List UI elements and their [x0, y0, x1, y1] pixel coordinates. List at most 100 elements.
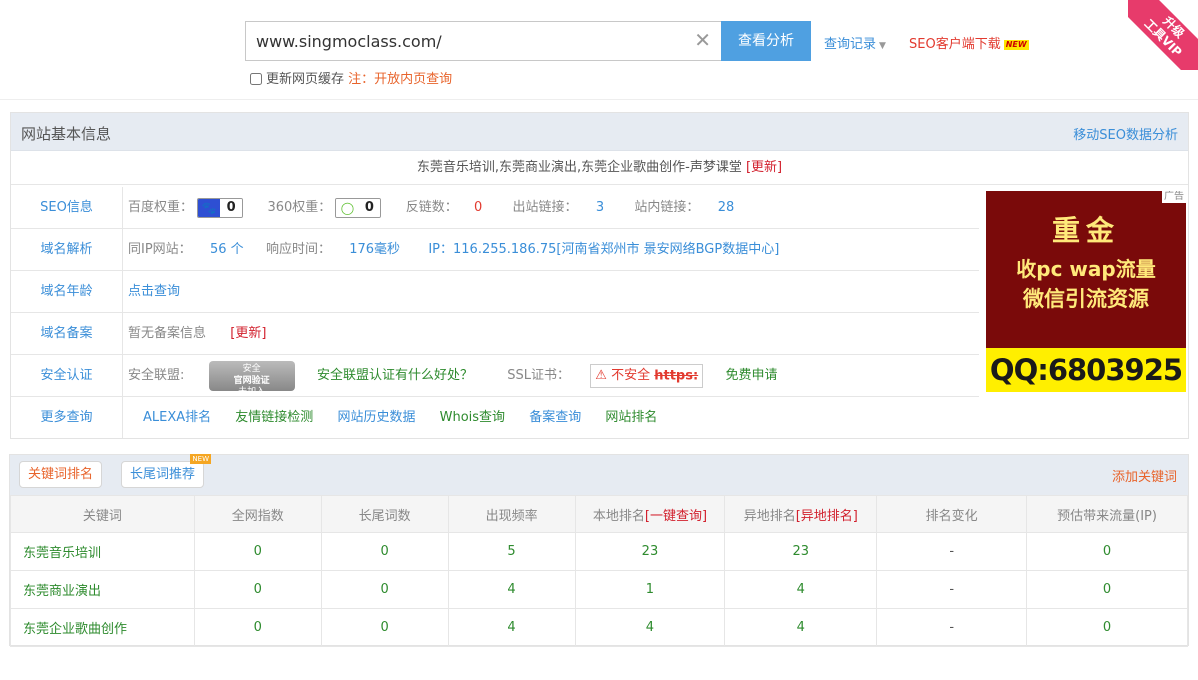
backlinks-value[interactable]: 0 [474, 187, 482, 228]
remote-rank-link[interactable]: [异地排名] [796, 509, 858, 524]
analyze-button[interactable]: 查看分析 [721, 21, 811, 61]
domain-resolve-row: 域名解析 同IP网站： 56 个 响应时间： 176毫秒 IP：116.255.… [11, 229, 979, 271]
freq-cell: 5 [447, 532, 576, 571]
cache-note: 注：开放内页查询 [348, 72, 453, 87]
ssl-https-text: https: [654, 368, 699, 383]
vip-upgrade-ribbon[interactable]: 升级 工具VIP [1128, 0, 1198, 70]
icp-query-link[interactable]: 备案查询 [529, 397, 581, 438]
index-cell: 0 [193, 570, 322, 609]
outlinks-label: 出站链接： [512, 200, 578, 215]
ssl-apply-link[interactable]: 免费申请 [725, 355, 777, 396]
icp-row: 域名备案 暂无备案信息 [更新] [11, 313, 979, 355]
weight-360-value: 0 [358, 198, 381, 217]
weight-360-badge[interactable]: ◯ 0 [335, 197, 382, 218]
alexa-link[interactable]: ALEXA排名 [143, 397, 211, 438]
more-query-row: 更多查询 ALEXA排名 友情链接检测 网站历史数据 Whois查询 备案查询 … [11, 397, 979, 439]
site-rank-link[interactable]: 网站排名 [605, 397, 657, 438]
new-badge: NEW [1003, 39, 1029, 50]
keyword-panel-header: 关键词排名 长尾词推荐 NEW 添加关键词 [10, 454, 1188, 495]
remote-rank-cell: 23 [724, 532, 878, 571]
col-change: 排名变化 [876, 495, 1028, 533]
ad-line1: 重金 [1051, 214, 1120, 247]
same-ip-value[interactable]: 56 个 [210, 229, 244, 270]
history-data-link[interactable]: 网站历史数据 [337, 397, 415, 438]
icp-update-link[interactable]: [更新] [230, 313, 266, 354]
domain-resolve-label[interactable]: 域名解析 [11, 229, 123, 270]
alliance-label: 安全联盟: [128, 368, 185, 383]
ad-qq: QQ:6803925 [986, 348, 1186, 392]
warning-icon: ⚠ [595, 367, 607, 383]
outlinks-value[interactable]: 3 [596, 187, 604, 228]
keyword-cell[interactable]: 东莞企业歌曲创作 [10, 608, 195, 647]
baidu-weight-value: 0 [220, 198, 243, 217]
keyword-cell[interactable]: 东莞音乐培训 [10, 532, 195, 571]
freq-cell: 4 [447, 570, 576, 609]
col-longtail: 长尾词数 [320, 495, 449, 533]
site-title-row: 东莞音乐培训,东莞商业演出,东莞企业歌曲创作-声梦课堂 [更新] [11, 151, 1188, 185]
update-title-link[interactable]: [更新] [746, 160, 782, 175]
tab-new-badge: NEW [190, 454, 212, 464]
change-cell: - [876, 570, 1028, 609]
basic-info-panel: 网站基本信息 移动SEO数据分析 东莞音乐培训,东莞商业演出,东莞企业歌曲创作-… [10, 112, 1189, 439]
mobile-seo-link[interactable]: 移动SEO数据分析 [1073, 124, 1178, 143]
update-cache-checkbox[interactable] [250, 73, 262, 85]
badge-mid-text: 官网验证 [233, 375, 270, 386]
longtail-cell: 0 [320, 532, 449, 571]
advertisement-banner[interactable]: 广告 重金 收pc wap流量 微信引流资源 QQ:6803925 [986, 191, 1186, 392]
cache-row: 更新网页缓存 注：开放内页查询 [250, 68, 452, 87]
col-remote-rank: 异地排名[异地排名] [724, 495, 878, 533]
domain-age-label[interactable]: 域名年龄 [11, 271, 123, 312]
add-keyword-link[interactable]: 添加关键词 [1112, 466, 1177, 485]
badge-bottom-text: 未加入 [238, 386, 266, 397]
traffic-cell: 0 [1026, 570, 1188, 609]
tab-keyword-ranking[interactable]: 关键词排名 [19, 461, 103, 488]
backlinks-label: 反链数： [405, 200, 458, 215]
clear-icon[interactable]: ✕ [694, 30, 711, 50]
ip-info[interactable]: IP：116.255.186.75[河南省郑州市 景安网络BGP数据中心] [428, 229, 779, 270]
url-search-input[interactable] [246, 22, 676, 60]
baidu-weight-label: 百度权重： [128, 200, 194, 215]
remote-rank-cell: 4 [724, 570, 878, 609]
traffic-cell: 0 [1026, 532, 1188, 571]
basic-info-header: 网站基本信息 移动SEO数据分析 [11, 113, 1188, 151]
tab-longtail-recommend[interactable]: 长尾词推荐 NEW [121, 454, 212, 488]
col-local-rank: 本地排名[一键查询] [574, 495, 726, 533]
history-dropdown[interactable]: 查询记录 ▼ [824, 33, 886, 52]
caret-down-icon: ▼ [879, 41, 886, 51]
local-rank-cell: 23 [574, 532, 726, 571]
ssl-status-badge[interactable]: ⚠ 不安全 https: [590, 363, 704, 388]
paw-icon: 🐾 [198, 198, 221, 217]
baidu-weight-badge[interactable]: 🐾 0 [197, 197, 244, 218]
more-query-label[interactable]: 更多查询 [11, 397, 123, 438]
seo-client-download-link[interactable]: SEO客户端下载 NEW [909, 33, 1029, 52]
keyword-cell[interactable]: 东莞商业演出 [10, 570, 195, 609]
domain-age-query-link[interactable]: 点击查询 [128, 271, 180, 312]
icp-label[interactable]: 域名备案 [11, 313, 123, 354]
whois-link[interactable]: Whois查询 [440, 397, 505, 438]
icp-text: 暂无备案信息 [128, 326, 207, 341]
friend-link-check[interactable]: 友情链接检测 [235, 397, 313, 438]
index-cell: 0 [193, 608, 322, 647]
search-box: ✕ [245, 21, 721, 61]
change-cell: - [876, 532, 1028, 571]
ssl-label: SSL证书： [507, 368, 570, 383]
longtail-cell: 0 [320, 570, 449, 609]
ssl-status-text: 不安全 [611, 367, 651, 383]
col-remote-rank-label: 异地排名 [743, 508, 796, 524]
alliance-benefit-link[interactable]: 安全联盟认证有什么好处？ [317, 355, 473, 396]
table-row: 东莞企业歌曲创作 0 0 4 4 4 - 0 [10, 608, 1188, 647]
response-time-label: 响应时间： [265, 242, 331, 257]
inlinks-value[interactable]: 28 [718, 187, 735, 228]
seo-info-label[interactable]: SEO信息 [11, 187, 123, 228]
col-local-rank-label: 本地排名 [592, 508, 645, 524]
security-label[interactable]: 安全认证 [11, 355, 123, 396]
col-keyword: 关键词 [10, 495, 195, 533]
client-download-label: SEO客户端下载 [909, 37, 1001, 52]
remote-rank-cell: 4 [724, 608, 878, 647]
traffic-cell: 0 [1026, 608, 1188, 647]
security-alliance-badge[interactable]: 安全 官网验证 未加入 [208, 360, 295, 397]
security-row: 安全认证 安全联盟: 安全 官网验证 未加入 安全联盟认证有什么好处？ SSL证书：… [11, 355, 979, 397]
response-time-value: 176毫秒 [349, 242, 401, 257]
one-click-query-link[interactable]: [一键查询] [645, 509, 707, 524]
keyword-panel: 关键词排名 长尾词推荐 NEW 添加关键词 关键词 全网指数 长尾词数 出现频率… [9, 454, 1189, 647]
